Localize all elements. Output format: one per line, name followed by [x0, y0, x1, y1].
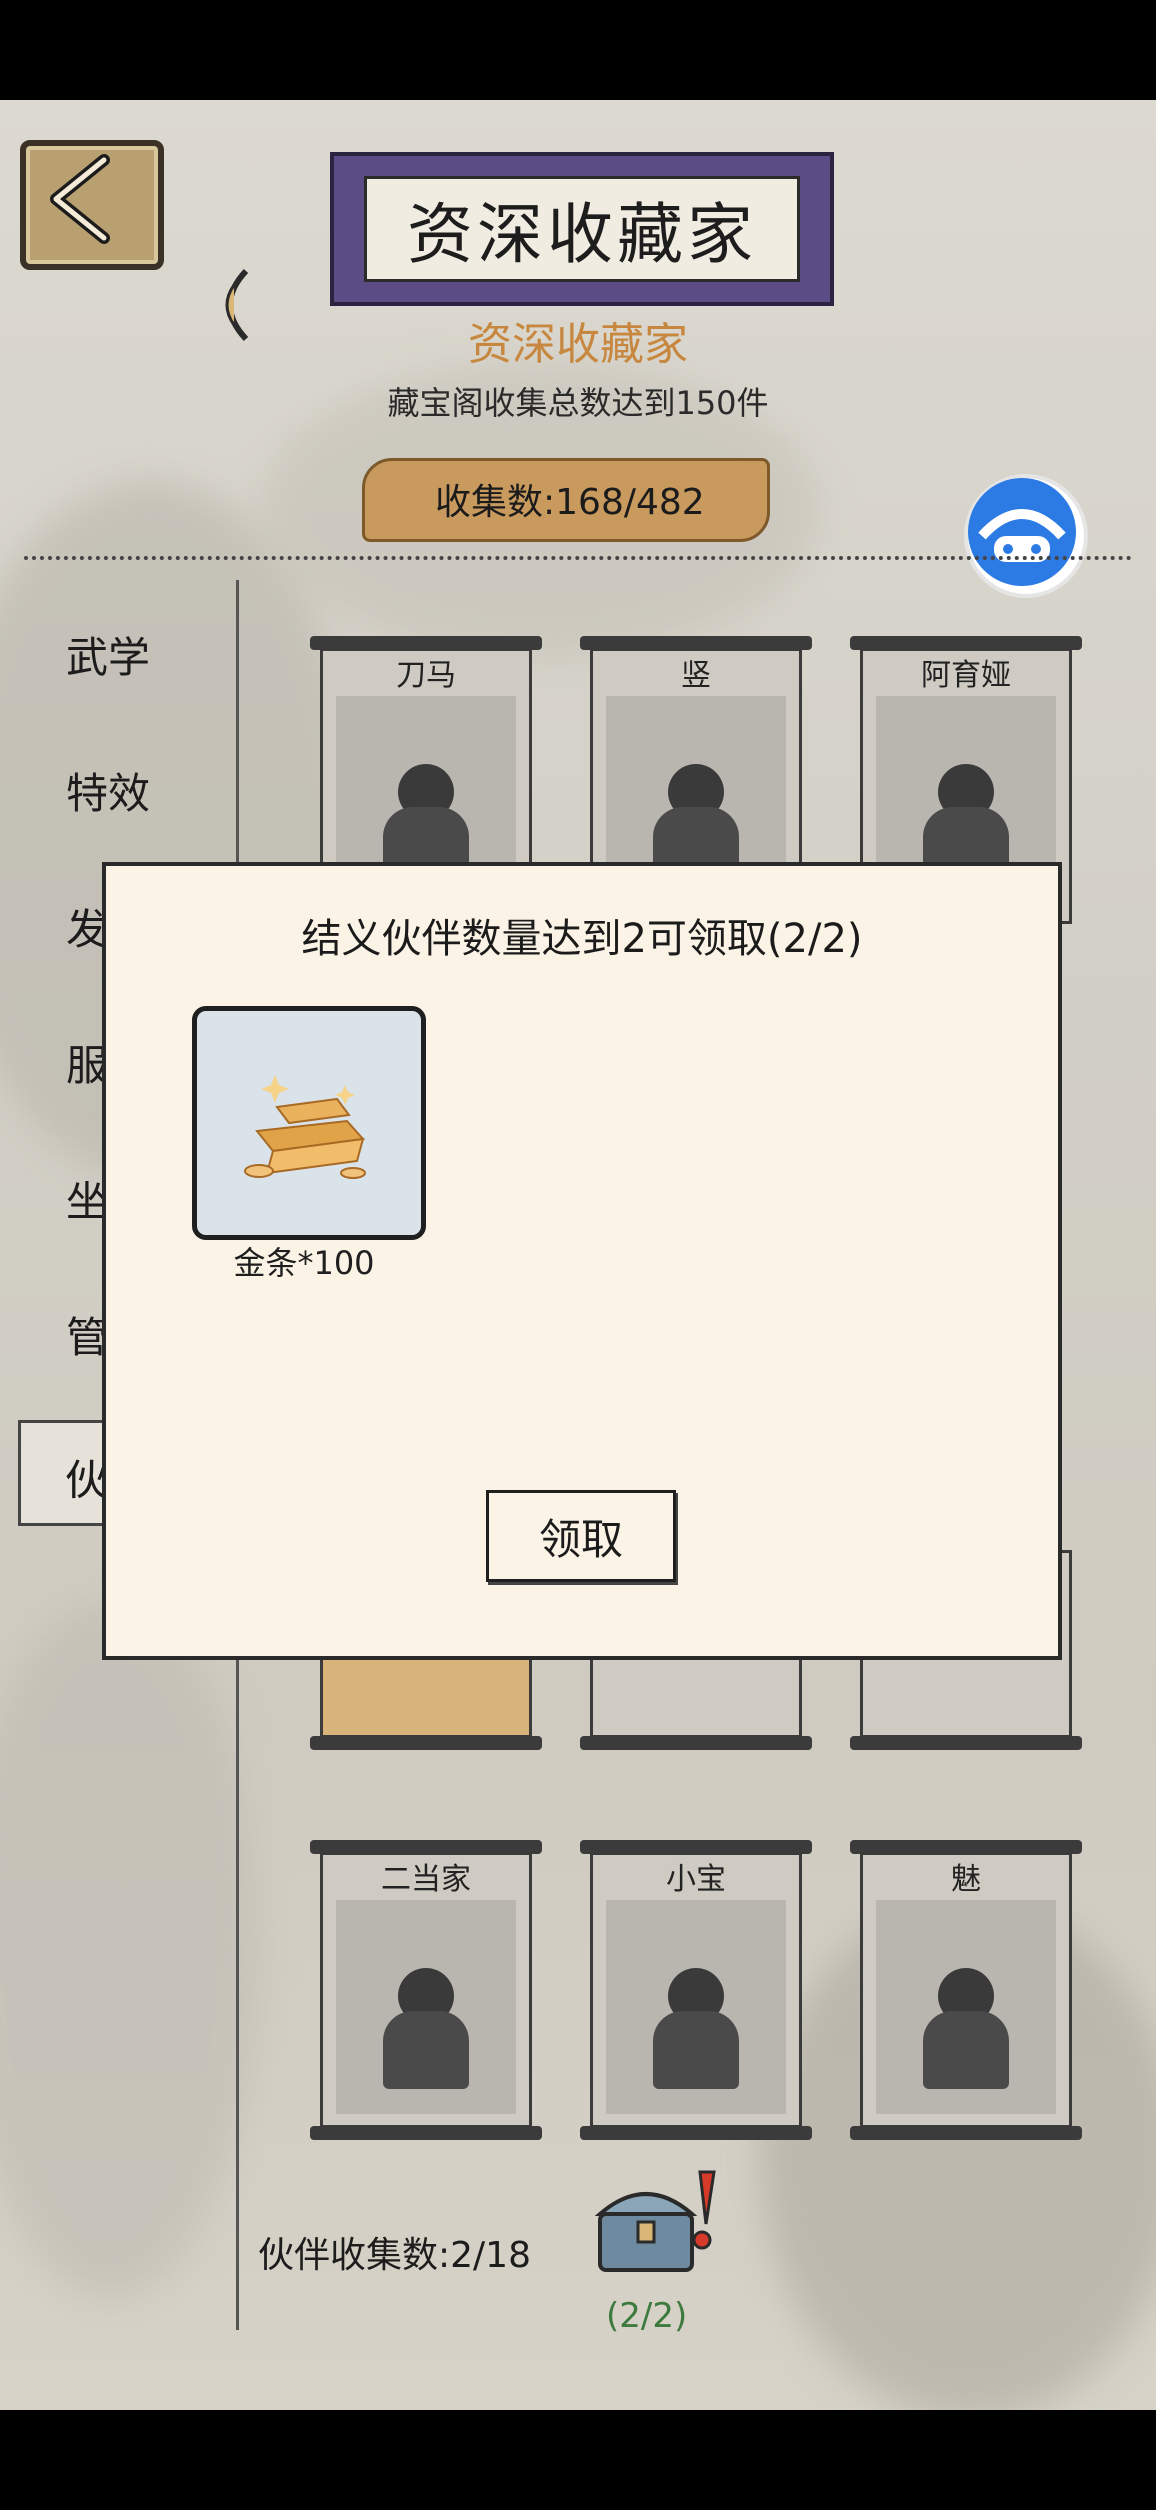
partner-collect-count: 伙伴收集数:2/18	[258, 2235, 531, 2276]
ink-wash	[0, 1600, 260, 2300]
sidebar-item-label: 伙	[65, 1456, 108, 1505]
back-arrow-icon	[50, 154, 110, 244]
achievement-subtitle: 资深收藏家	[468, 319, 688, 370]
partner-portrait	[876, 1900, 1056, 2114]
partner-portrait	[606, 1900, 786, 2114]
dialog-title: 结义伙伴数量达到2可领取(2/2)	[301, 916, 863, 962]
reward-dialog: 结义伙伴数量达到2可领取(2/2) 金条*100 领取	[102, 862, 1062, 1660]
partner-card[interactable]: 魅	[850, 1840, 1082, 2140]
treasure-chest-icon[interactable]	[592, 2164, 722, 2284]
back-button[interactable]	[20, 140, 164, 270]
gold-bars-icon	[244, 1075, 366, 1179]
game-controller-icon[interactable]	[964, 474, 1088, 598]
partner-card[interactable]: 小宝	[580, 1840, 812, 2140]
sidebar-item-effects[interactable]: 特效	[66, 760, 150, 821]
partner-name: 竖	[681, 658, 711, 693]
reward-item[interactable]	[192, 1006, 426, 1240]
sidebar-item-martial-arts[interactable]: 武学	[66, 624, 150, 685]
partner-name: 阿育娅	[921, 658, 1011, 693]
collect-count-text: 收集数:168/482	[435, 482, 705, 523]
partner-card[interactable]: 二当家	[310, 1840, 542, 2140]
partner-name: 小宝	[666, 1862, 726, 1897]
partner-name: 魅	[951, 1862, 981, 1897]
partner-name: 刀马	[396, 658, 456, 693]
reward-label: 金条*100	[233, 1244, 375, 1282]
achievement-description: 藏宝阁收集总数达到150件	[387, 384, 769, 422]
chest-count: (2/2)	[606, 2296, 688, 2336]
partner-name: 二当家	[381, 1862, 471, 1897]
title-plaque: 资深收藏家	[330, 152, 834, 306]
game-screen: 资深收藏家 资深收藏家 藏宝阁收集总数达到150件 收集数:168/482 武学…	[0, 100, 1156, 2410]
partner-portrait	[336, 1900, 516, 2114]
collect-count-banner: 收集数:168/482	[362, 458, 770, 542]
title-plaque-text: 资深收藏家	[364, 176, 800, 282]
divider	[24, 556, 1132, 560]
claim-button[interactable]: 领取	[486, 1490, 676, 1582]
